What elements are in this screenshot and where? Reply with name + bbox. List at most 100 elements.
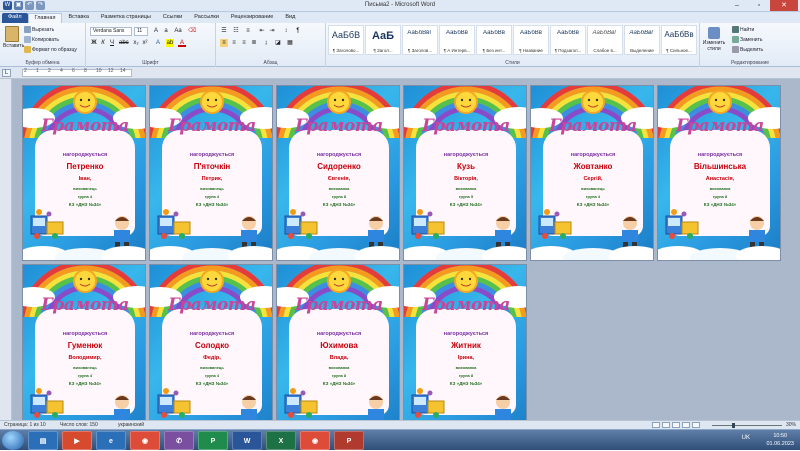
- strikethrough-icon[interactable]: abc: [119, 39, 129, 47]
- find-button[interactable]: Найти: [732, 26, 754, 33]
- style-item[interactable]: АаБбВвГ Слабое в...: [587, 25, 623, 55]
- borders-icon[interactable]: ▦: [286, 39, 294, 47]
- style-item[interactable]: АаБ ¶ Загол...: [365, 25, 401, 55]
- document-area[interactable]: Грамота нагороджується Петренко Іван, ви…: [0, 79, 800, 440]
- shrink-font-icon[interactable]: a: [162, 27, 170, 35]
- underline-icon[interactable]: Ч: [108, 39, 116, 47]
- start-button[interactable]: [2, 431, 24, 450]
- certificate-page[interactable]: Грамота нагороджується Солодко Федір, ви…: [149, 264, 273, 440]
- vertical-ruler[interactable]: [0, 79, 12, 420]
- shading-icon[interactable]: ◪: [274, 39, 282, 47]
- tab-references[interactable]: Ссылки: [157, 13, 188, 23]
- cut-button[interactable]: Вырезать: [24, 26, 54, 33]
- tab-review[interactable]: Рецензирование: [225, 13, 279, 23]
- taskbar-viber-icon[interactable]: ✆: [164, 431, 194, 450]
- font-color-icon[interactable]: A: [178, 39, 186, 47]
- zoom-level[interactable]: 30%: [786, 422, 796, 428]
- numbering-icon[interactable]: ☷: [232, 27, 240, 35]
- tab-mailings[interactable]: Рассылки: [188, 13, 225, 23]
- style-item[interactable]: АаБбВ ¶ Заголово...: [328, 25, 364, 55]
- pupil-label: вихованка: [455, 186, 477, 191]
- draft-icon[interactable]: [692, 422, 700, 428]
- style-item[interactable]: АаБбВв ¶ Без инт...: [476, 25, 512, 55]
- tab-insert[interactable]: Вставка: [62, 13, 94, 23]
- select-button[interactable]: Выделить: [732, 46, 763, 53]
- taskbar-browser-icon[interactable]: e: [96, 431, 126, 450]
- highlight-icon[interactable]: ab: [166, 39, 174, 47]
- certificate-page[interactable]: Грамота нагороджується Кузь Вікторія, ви…: [403, 85, 527, 261]
- style-item[interactable]: АаБбВвГ Выделение: [624, 25, 660, 55]
- web-layout-icon[interactable]: [672, 422, 680, 428]
- certificate-page[interactable]: Грамота нагороджується Юхимова Влада, ви…: [276, 264, 400, 440]
- language-indicator[interactable]: украинский: [118, 422, 144, 428]
- decrease-indent-icon[interactable]: ⇤: [258, 27, 266, 35]
- certificate-page[interactable]: Грамота нагороджується Жовтанко Сергій, …: [530, 85, 654, 261]
- format-painter-button[interactable]: Формат по образцу: [24, 46, 77, 53]
- multilevel-list-icon[interactable]: ≡: [244, 27, 252, 35]
- taskbar-powerpoint-icon[interactable]: P: [334, 431, 364, 450]
- ruler-number: 1: [36, 68, 39, 74]
- subscript-icon[interactable]: x₂: [132, 39, 140, 47]
- tab-selector-icon[interactable]: L: [2, 69, 11, 77]
- certificate-page[interactable]: Грамота нагороджується Сидоренко Євгенія…: [276, 85, 400, 261]
- clear-formatting-icon[interactable]: ⌫: [188, 27, 196, 35]
- full-screen-icon[interactable]: [662, 422, 670, 428]
- align-left-icon[interactable]: ≡: [220, 39, 228, 47]
- change-styles-button[interactable]: Изменить стили: [702, 27, 726, 52]
- close-button[interactable]: ✕: [770, 0, 798, 11]
- change-case-icon[interactable]: Aa: [174, 27, 182, 35]
- align-right-icon[interactable]: ≡: [240, 39, 248, 47]
- certificate-page[interactable]: Грамота нагороджується Петренко Іван, ви…: [22, 85, 146, 261]
- bullets-icon[interactable]: ☰: [220, 27, 228, 35]
- clock[interactable]: 10:50 01.06.2023: [766, 432, 794, 448]
- tab-home[interactable]: Главная: [27, 13, 63, 23]
- superscript-icon[interactable]: x²: [141, 39, 149, 47]
- word-count[interactable]: Число слов: 150: [60, 422, 98, 428]
- taskbar-chrome-icon[interactable]: ◉: [300, 431, 330, 450]
- font-size-select[interactable]: 11: [134, 27, 148, 36]
- style-item[interactable]: АаБбВвГ ¶ Заголов...: [402, 25, 438, 55]
- maximize-button[interactable]: ▫: [748, 0, 770, 11]
- certificate-page[interactable]: Грамота нагороджується П'яточкін Петрик,…: [149, 85, 273, 261]
- line-spacing-icon[interactable]: ↨: [262, 39, 270, 47]
- grow-font-icon[interactable]: A: [152, 27, 160, 35]
- taskbar-excel-icon[interactable]: X: [266, 431, 296, 450]
- zoom-slider-knob[interactable]: [732, 423, 735, 428]
- replace-button[interactable]: Заменить: [732, 36, 762, 43]
- style-item[interactable]: АаБбВв ¶ Сильное...: [661, 25, 697, 55]
- taskbar-media-icon[interactable]: ▶: [62, 431, 92, 450]
- zoom-slider[interactable]: [712, 423, 782, 428]
- taskbar-publisher-icon[interactable]: P: [198, 431, 228, 450]
- print-layout-icon[interactable]: [652, 422, 660, 428]
- justify-icon[interactable]: ≣: [250, 39, 258, 47]
- font-name-select[interactable]: Verdana Sans: [90, 27, 132, 36]
- outline-icon[interactable]: [682, 422, 690, 428]
- tab-view[interactable]: Вид: [279, 13, 301, 23]
- paste-button[interactable]: Вставить: [3, 26, 24, 49]
- page-count[interactable]: Страница: 1 из 10: [4, 422, 46, 428]
- tab-page-layout[interactable]: Разметка страницы: [95, 13, 157, 23]
- certificate-page[interactable]: Грамота нагороджується Гуменюк Володимир…: [22, 264, 146, 440]
- certificate-page[interactable]: Грамота нагороджується Вільшинська Анаст…: [657, 85, 781, 261]
- minimize-button[interactable]: –: [726, 0, 748, 11]
- keyboard-language[interactable]: UK: [742, 435, 750, 441]
- style-item[interactable]: АаБбВв ¶ Подзагол...: [550, 25, 586, 55]
- increase-indent-icon[interactable]: ⇥: [268, 27, 276, 35]
- italic-icon[interactable]: К: [99, 39, 107, 47]
- taskbar-explorer-icon[interactable]: ▤: [28, 431, 58, 450]
- bold-icon[interactable]: Ж: [90, 39, 98, 47]
- copy-button[interactable]: Копировать: [24, 36, 59, 43]
- clouds-image: [150, 246, 272, 260]
- horizontal-ruler[interactable]: L 2 1 2 4 6 8 10 12 14: [0, 67, 800, 79]
- taskbar-chrome-icon[interactable]: ◉: [130, 431, 160, 450]
- certificate-page[interactable]: Грамота нагороджується Житник Ірина, вих…: [403, 264, 527, 440]
- style-item[interactable]: АаБбВв ¶ А Интерв...: [439, 25, 475, 55]
- sort-icon[interactable]: ↕: [282, 27, 290, 35]
- tab-file[interactable]: Файл: [2, 13, 28, 23]
- style-item[interactable]: АаБбВв ¶ Название: [513, 25, 549, 55]
- show-marks-icon[interactable]: ¶: [294, 27, 302, 35]
- align-center-icon[interactable]: ≡: [230, 39, 238, 47]
- style-name: ¶ Без инт...: [482, 48, 506, 53]
- taskbar-word-icon[interactable]: W: [232, 431, 262, 450]
- text-effects-icon[interactable]: A: [154, 39, 162, 47]
